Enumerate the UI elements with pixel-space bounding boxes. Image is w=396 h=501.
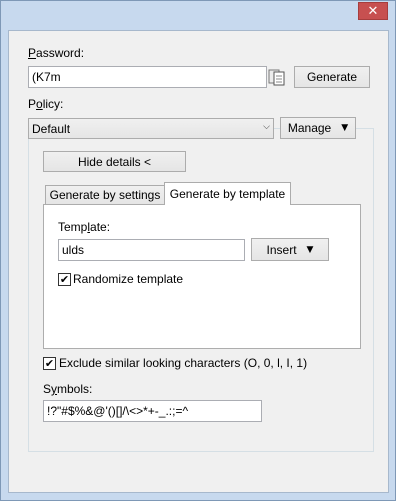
manage-label: Manage — [287, 121, 332, 135]
template-field[interactable]: ulds — [58, 239, 245, 261]
checkmark-icon: ✔ — [44, 357, 55, 370]
symbols-field[interactable]: !?"#$%&@'()[]/\<>*+-_.:;=^ — [43, 400, 262, 422]
symbols-label: Symbols: — [43, 382, 93, 396]
tab-generate-by-template[interactable]: Generate by template — [164, 182, 291, 205]
password-field[interactable]: (K7m — [28, 66, 267, 88]
title-bar: ✕ — [1, 1, 395, 25]
checkmark-icon: ✔ — [59, 273, 70, 286]
generate-button[interactable]: Generate — [294, 66, 370, 88]
close-icon: ✕ — [367, 3, 379, 19]
hide-details-button[interactable]: Hide details < — [43, 151, 186, 172]
policy-selected-value: Default — [32, 121, 71, 136]
insert-label: Insert — [266, 242, 297, 257]
dialog-window: ✕ Password: (K7m Generate Policy: Defaul… — [0, 0, 396, 501]
dialog-body: Password: (K7m Generate Policy: Default … — [8, 30, 389, 493]
chevron-down-icon: ⌵ — [263, 122, 270, 132]
exclude-similar-label: Exclude similar looking characters (O, 0… — [59, 356, 308, 370]
randomize-template-label: Randomize template — [73, 272, 184, 286]
exclude-similar-checkbox[interactable]: ✔ — [43, 357, 56, 370]
policy-dropdown[interactable]: Default ⌵ — [28, 118, 274, 139]
tab-generate-by-settings[interactable]: Generate by settings — [45, 185, 165, 205]
dropdown-arrow-icon: ▼ — [341, 123, 349, 133]
password-label: Password: — [28, 46, 85, 60]
copy-icon[interactable] — [267, 68, 287, 86]
template-label: Template: — [58, 220, 111, 234]
dropdown-arrow-icon: ▼ — [306, 244, 314, 255]
manage-button[interactable]: Manage ▼ — [280, 117, 356, 139]
close-button[interactable]: ✕ — [358, 2, 388, 20]
insert-button[interactable]: Insert ▼ — [251, 238, 329, 261]
randomize-template-checkbox[interactable]: ✔ — [58, 273, 71, 286]
policy-label: Policy: — [28, 97, 64, 111]
